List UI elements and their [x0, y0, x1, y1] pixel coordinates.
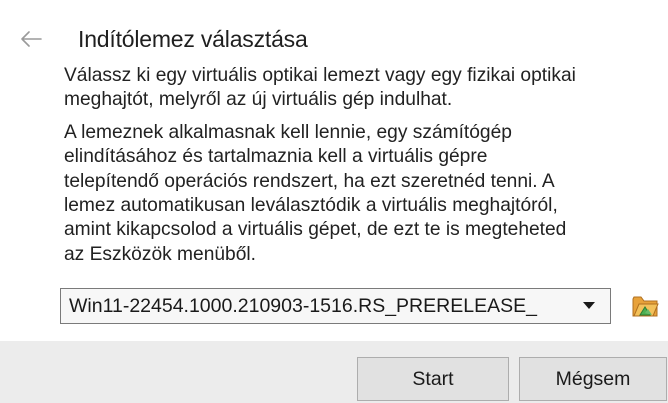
- browse-disk-button[interactable]: [628, 288, 662, 324]
- description: Válassz ki egy virtuális optikai lemezt …: [64, 64, 664, 267]
- cancel-button[interactable]: Mégsem: [519, 357, 667, 401]
- select-startup-disk-dialog: Indítólemez választása Válassz ki egy vi…: [0, 0, 668, 403]
- description-line: telepítendő operációs rendszert, ha ezt …: [64, 170, 555, 192]
- arrow-left-icon: [21, 31, 42, 47]
- back-button[interactable]: [14, 22, 48, 56]
- description-line: meghajtót, melyről az új virtuális gép i…: [64, 89, 453, 111]
- description-line: amint kikapcsolod a virtuális gépet, de …: [64, 219, 567, 241]
- description-line: A lemeznek alkalmasnak kell lennie, egy …: [64, 121, 512, 143]
- dialog-footer: Start Mégsem: [0, 341, 668, 403]
- description-paragraph-2: A lemeznek alkalmasnak kell lennie, egy …: [64, 121, 664, 267]
- dialog-header: Indítólemez választása: [0, 18, 668, 58]
- chevron-down-icon[interactable]: [578, 289, 600, 323]
- start-button[interactable]: Start: [357, 357, 509, 401]
- description-paragraph-1: Válassz ki egy virtuális optikai lemezt …: [64, 64, 664, 113]
- disk-select[interactable]: Win11-22454.1000.210903-1516.RS_PRERELEA…: [60, 288, 611, 324]
- description-line: elindításához és tartalmaznia kell a vir…: [64, 146, 488, 168]
- folder-icon: [632, 296, 659, 317]
- disk-picker: Win11-22454.1000.210903-1516.RS_PRERELEA…: [60, 288, 612, 326]
- description-line: Válassz ki egy virtuális optikai lemezt …: [64, 65, 576, 86]
- disk-select-value: Win11-22454.1000.210903-1516.RS_PRERELEA…: [69, 295, 537, 317]
- dialog-title: Indítólemez választása: [78, 26, 308, 52]
- description-line: az Eszközök menüből.: [64, 243, 256, 265]
- description-line: lemez automatikusan leválasztódik a virt…: [64, 195, 558, 217]
